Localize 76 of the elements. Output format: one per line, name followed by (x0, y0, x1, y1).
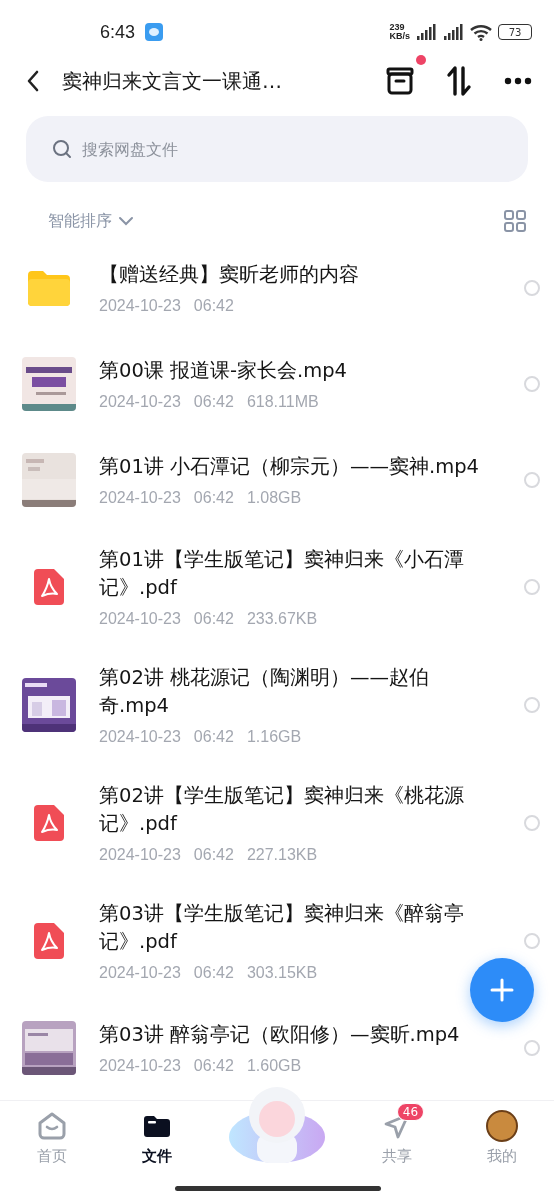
file-meta: 1.60GB (246, 1057, 302, 1075)
select-checkbox[interactable] (524, 472, 540, 488)
file-row[interactable]: 【赠送经典】窦昕老师的内容 2024-10-23 06:42 (0, 240, 554, 336)
signal-icon (442, 24, 464, 40)
file-meta: 2024-10-23 (99, 297, 181, 315)
file-meta: 06:42 (193, 964, 234, 982)
nav-tab[interactable]: 46 共享 (361, 1101, 432, 1166)
more-icon[interactable] (504, 77, 532, 85)
file-meta: 233.67KB (246, 610, 318, 628)
file-meta: 2024-10-23 (99, 1057, 181, 1075)
grid-view-icon[interactable] (504, 210, 526, 232)
file-name: 第03讲 醉翁亭记（欧阳修）—窦昕.mp4 (99, 1022, 461, 1048)
file-meta: 06:42 (193, 1057, 234, 1075)
file-meta: 06:42 (193, 297, 234, 315)
clock-time: 6:43 (100, 21, 136, 43)
signal-icon (415, 24, 437, 40)
file-meta: 06:42 (193, 728, 234, 746)
file-meta: 06:42 (193, 610, 234, 628)
app-notification-icon (145, 23, 164, 41)
chevron-down-icon (118, 216, 134, 226)
add-button[interactable] (470, 958, 534, 1022)
file-meta: 227.13KB (246, 846, 318, 864)
battery-level: 73 (508, 26, 522, 38)
file-row[interactable]: 第02讲【学生版笔记】窦神归来《桃花源记》.pdf 2024-10-23 06:42 227.13KB (0, 764, 554, 882)
search-icon (52, 139, 72, 159)
search-field[interactable]: 搜索网盘文件 (26, 116, 528, 182)
back-icon[interactable] (26, 70, 40, 92)
folder-icon (144, 1115, 171, 1137)
file-name: 第02讲【学生版笔记】窦神归来《桃花源记》.pdf (99, 783, 465, 837)
speed-unit: KB/s (389, 32, 410, 41)
archive-box-icon[interactable] (386, 67, 414, 95)
file-meta: 2024-10-23 (99, 489, 181, 507)
file-row[interactable]: 第01讲 小石潭记（柳宗元）——窦神.mp4 2024-10-23 06:42 1.08GB (0, 432, 554, 528)
file-meta: 06:42 (193, 489, 234, 507)
select-checkbox[interactable] (524, 933, 540, 949)
file-meta: 06:42 (193, 846, 234, 864)
pdf-icon (34, 805, 64, 841)
select-checkbox[interactable] (524, 376, 540, 392)
nav-tab[interactable]: 文件 (122, 1101, 193, 1166)
file-name: 【赠送经典】窦昕老师的内容 (99, 262, 360, 288)
file-meta: 2024-10-23 (99, 728, 181, 746)
file-name: 第01讲【学生版笔记】窦神归来《小石潭记》.pdf (99, 547, 465, 601)
file-meta: 2024-10-23 (99, 846, 181, 864)
folder-icon (28, 270, 70, 306)
file-row[interactable]: 第00课 报道课-家长会.mp4 2024-10-23 06:42 618.11MB (0, 336, 554, 432)
file-meta: 2024-10-23 (99, 964, 181, 982)
home-indicator[interactable] (175, 1186, 381, 1191)
file-name: 第03讲【学生版笔记】窦神归来《醉翁亭记》.pdf (99, 901, 465, 955)
select-checkbox[interactable] (524, 1040, 540, 1056)
file-name: 第01讲 小石潭记（柳宗元）——窦神.mp4 (99, 454, 480, 480)
select-checkbox[interactable] (524, 579, 540, 595)
wifi-icon (469, 23, 493, 41)
file-meta: 2024-10-23 (99, 393, 181, 411)
file-row[interactable]: 第03讲【学生版笔记】窦神归来《醉翁亭记》.pdf 2024-10-23 06:42 303.15KB (0, 882, 554, 1000)
select-checkbox[interactable] (524, 280, 540, 296)
select-checkbox[interactable] (524, 697, 540, 713)
file-meta: 1.08GB (246, 489, 302, 507)
file-meta: 1.16GB (246, 728, 302, 746)
file-meta: 303.15KB (246, 964, 318, 982)
plus-icon (490, 978, 514, 1002)
home-icon (38, 1112, 67, 1140)
avatar[interactable] (485, 1110, 518, 1142)
file-name: 第00课 报道课-家长会.mp4 (99, 358, 349, 384)
file-name: 第02讲 桃花源记（陶渊明）——赵伯奇.mp4 (99, 665, 430, 719)
pdf-icon (34, 923, 64, 959)
count-badge: 46 (396, 1103, 425, 1121)
file-row[interactable]: 第02讲 桃花源记（陶渊明）——赵伯奇.mp4 2024-10-23 06:42 1.16GB (0, 646, 554, 764)
file-row[interactable]: 第01讲【学生版笔记】窦神归来《小石潭记》.pdf 2024-10-23 06:42 233.67KB (0, 528, 554, 646)
file-meta: 618.11MB (246, 393, 319, 411)
page-title: 窦神归来文言文一课通… (62, 67, 283, 95)
pdf-icon (34, 569, 64, 605)
file-meta: 06:42 (193, 393, 234, 411)
file-row[interactable]: 第03讲 醉翁亭记（欧阳修）—窦昕.mp4 2024-10-23 06:42 1.60GB (0, 1000, 554, 1096)
file-meta: 2024-10-23 (99, 610, 181, 628)
select-checkbox[interactable] (524, 815, 540, 831)
network-speed: 239 (389, 23, 406, 32)
